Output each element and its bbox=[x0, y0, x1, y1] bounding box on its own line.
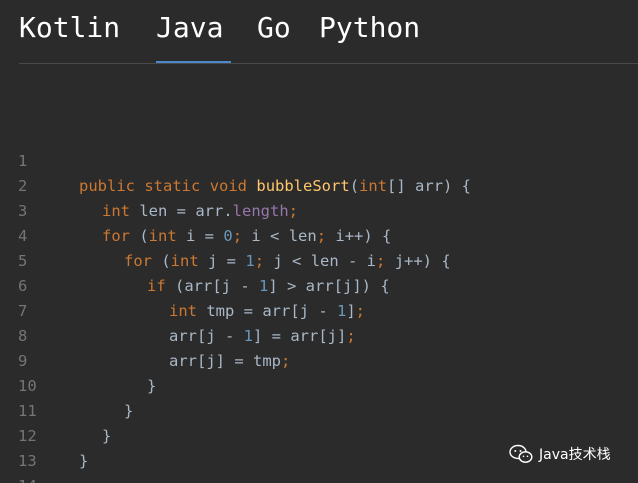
code-line: 4 for (int j = 1; j < len - i; j++) { bbox=[0, 199, 638, 270]
wechat-icon bbox=[509, 444, 533, 463]
tabs-divider bbox=[19, 63, 638, 64]
code-line: 10 } bbox=[0, 349, 638, 420]
watermark: Java技术栈 bbox=[509, 443, 611, 465]
tab-kotlin[interactable]: Kotlin bbox=[19, 10, 120, 46]
tab-go[interactable]: Go bbox=[257, 10, 291, 46]
code-line: 5 if (arr[j - 1] > arr[j]) { bbox=[0, 224, 638, 295]
code-line: 6 int tmp = arr[j - 1]; bbox=[0, 249, 638, 320]
code-line: 12 } bbox=[0, 399, 638, 470]
code-line: 2 int len = arr.length; bbox=[0, 149, 638, 220]
language-tabs: Kotlin Java Go Python bbox=[19, 0, 638, 64]
line-number: 14 bbox=[18, 474, 48, 483]
code-line: 3 for (int i = 0; i < len; i++) { bbox=[0, 174, 638, 245]
code-line: 8 arr[j] = tmp; bbox=[0, 299, 638, 370]
tab-python[interactable]: Python bbox=[319, 10, 420, 46]
code-block: 1 public static void bubbleSort(int[] ar… bbox=[0, 124, 638, 483]
code-line: 7 arr[j - 1] = arr[j]; bbox=[0, 274, 638, 345]
watermark-text: Java技术栈 bbox=[539, 447, 611, 463]
code-line: 1 public static void bubbleSort(int[] ar… bbox=[0, 124, 638, 195]
tab-java[interactable]: Java bbox=[156, 10, 223, 46]
code-line: 9 } bbox=[0, 324, 638, 395]
code-line: 11 } bbox=[0, 374, 638, 445]
